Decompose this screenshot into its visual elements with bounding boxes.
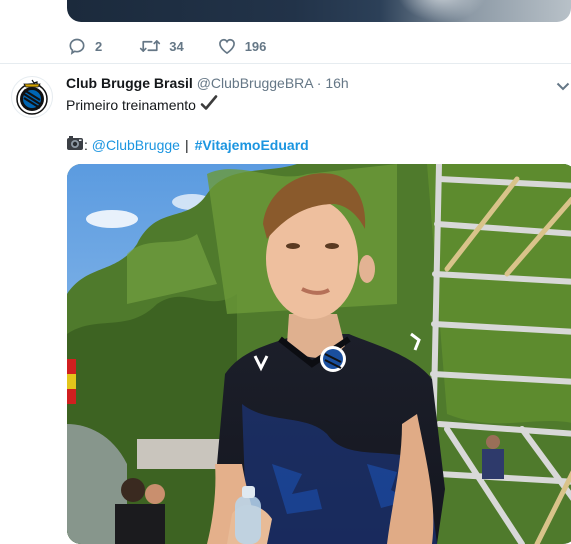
tweet-header: Club Brugge Brasil @ClubBruggeBRA · 16h: [66, 75, 349, 91]
separator-dot: ·: [316, 75, 322, 91]
hashtag-link[interactable]: #VitajemoEduard: [195, 137, 309, 153]
tweet-text-body: Primeiro treinamento: [66, 96, 196, 113]
handle[interactable]: @ClubBruggeBRA: [197, 75, 313, 91]
heart-icon: [217, 36, 237, 56]
timestamp[interactable]: 16h: [325, 75, 348, 91]
credit-separator: |: [184, 136, 189, 153]
tweet-divider: [0, 63, 571, 64]
credit-colon: :: [84, 136, 92, 153]
display-name[interactable]: Club Brugge Brasil: [66, 75, 193, 91]
training-photo-illustration: [67, 164, 571, 544]
reply-icon: [67, 36, 87, 56]
retweet-button[interactable]: 34: [139, 36, 184, 56]
club-brugge-crest-icon: [16, 79, 48, 115]
checkmark-icon: [200, 94, 218, 115]
retweet-icon: [139, 36, 161, 56]
like-button[interactable]: 196: [217, 36, 267, 56]
retweet-count: 34: [169, 38, 184, 54]
previous-tweet-actions: 2 34 196: [67, 35, 266, 57]
reply-button[interactable]: 2: [67, 36, 102, 56]
tweet-photo[interactable]: [67, 164, 571, 544]
avatar[interactable]: [11, 76, 53, 118]
previous-tweet-media[interactable]: [67, 0, 571, 22]
reply-count: 2: [95, 38, 103, 54]
like-count: 196: [244, 38, 267, 54]
photo-credit-line: : @ClubBrugge | #VitajemoEduard: [66, 135, 309, 154]
chevron-down-icon[interactable]: [556, 79, 570, 97]
tweet-text: Primeiro treinamento: [66, 94, 218, 115]
credit-mention-link[interactable]: @ClubBrugge: [92, 137, 180, 153]
camera-emoji-icon: [66, 135, 84, 154]
